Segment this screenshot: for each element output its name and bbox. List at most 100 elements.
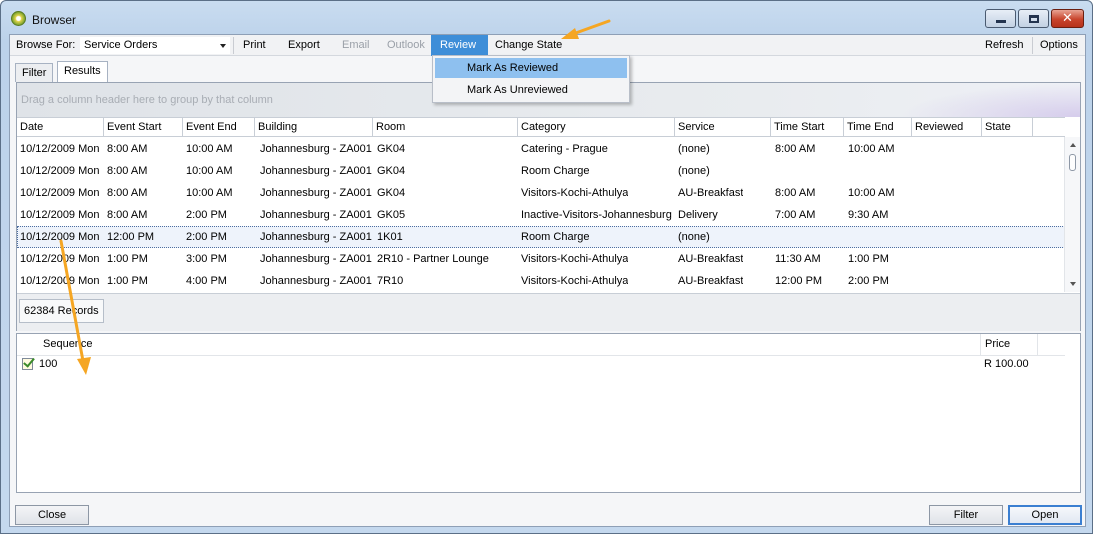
table-row[interactable]: 10/12/2009 Mon 8:00 AM 2:00 PM Johannesb… <box>17 204 1065 226</box>
table-row[interactable]: 10/12/2009 Mon 1:00 PM 4:00 PM Johannesb… <box>17 270 1065 292</box>
cell-sequence: 100 <box>39 358 58 370</box>
cell-building: Johannesburg - ZA001 <box>260 187 372 199</box>
record-count: 62384 Records <box>19 299 104 323</box>
cell-building: Johannesburg - ZA001 <box>260 143 372 155</box>
cell-time-start: 8:00 AM <box>775 143 816 155</box>
col-header-state[interactable]: State <box>982 118 1033 137</box>
cell-event-end: 10:00 AM <box>186 187 233 199</box>
close-window-button[interactable]: ✕ <box>1051 9 1084 28</box>
scroll-down-icon[interactable] <box>1070 282 1076 286</box>
detail-grid: Sequence Price 100 R 100.00 <box>16 333 1081 493</box>
col-header-date[interactable]: Date <box>17 118 104 137</box>
cell-time-start <box>772 160 775 182</box>
filter-button[interactable]: Filter <box>929 505 1003 525</box>
cell-category: Room Charge <box>521 231 590 243</box>
cell-building: Johannesburg - ZA001 <box>260 275 372 287</box>
cell-time-start: 7:00 AM <box>775 209 816 221</box>
browse-for-value: Service Orders <box>84 39 158 51</box>
cell-service: (none) <box>678 231 710 243</box>
browser-window: Browser ✕ Browse For: Service Orders Pri… <box>0 0 1093 534</box>
table-row[interactable]: 10/12/2009 Mon 8:00 AM 10:00 AM Johannes… <box>17 160 1065 182</box>
grid-rows: 10/12/2009 Mon 8:00 AM 10:00 AM Johannes… <box>17 138 1065 292</box>
cell-date: 10/12/2009 Mon <box>20 165 100 177</box>
col-header-reviewed[interactable]: Reviewed <box>912 118 982 137</box>
options-menu[interactable]: Options <box>1040 35 1078 56</box>
cell-date: 10/12/2009 Mon <box>20 187 100 199</box>
checkmark-icon[interactable] <box>22 358 33 370</box>
scroll-thumb[interactable] <box>1069 154 1076 171</box>
cell-service: AU-Breakfast <box>678 253 744 265</box>
cell-building: Johannesburg - ZA001 <box>260 231 372 243</box>
refresh-menu[interactable]: Refresh <box>985 35 1024 56</box>
col-header-service[interactable]: Service <box>675 118 771 137</box>
tab-filter[interactable]: Filter <box>15 63 54 82</box>
cell-time-start: 11:30 AM <box>775 253 821 265</box>
cell-time-end: 10:00 AM <box>848 143 895 155</box>
cell-building: Johannesburg - ZA001 <box>260 209 372 221</box>
col-header-event-start[interactable]: Event Start <box>104 118 183 137</box>
cell-time-start: 8:00 AM <box>775 187 816 199</box>
cell-category: Catering - Prague <box>521 143 608 155</box>
title-bar[interactable]: Browser ✕ <box>1 1 1092 34</box>
grid-footer: 62384 Records <box>17 293 1080 331</box>
cell-event-end: 10:00 AM <box>186 165 233 177</box>
table-row[interactable]: 10/12/2009 Mon 1:00 PM 3:00 PM Johannesb… <box>17 248 1065 270</box>
cell-event-start: 1:00 PM <box>107 253 148 265</box>
vertical-scrollbar[interactable] <box>1064 137 1080 292</box>
cell-time-start: 12:00 PM <box>775 275 823 287</box>
cell-service: AU-Breakfast <box>678 275 744 287</box>
decorative-swoosh <box>900 83 1080 117</box>
tab-results[interactable]: Results <box>57 61 108 83</box>
cell-category: Visitors-Kochi-Athulya <box>521 275 629 287</box>
cell-room: GK05 <box>377 209 406 221</box>
cell-event-end: 4:00 PM <box>186 275 227 287</box>
results-grid: Drag a column header here to group by th… <box>16 82 1081 331</box>
cell-event-start: 8:00 AM <box>107 209 148 221</box>
open-button[interactable]: Open <box>1008 505 1082 525</box>
scroll-up-icon[interactable] <box>1070 143 1076 147</box>
cell-event-start: 8:00 AM <box>107 143 148 155</box>
cell-price: R 100.00 <box>984 358 1029 370</box>
cell-event-start: 1:00 PM <box>107 275 148 287</box>
col-header-price[interactable]: Price <box>980 334 1038 355</box>
window-title: Browser <box>32 13 77 27</box>
cell-building: Johannesburg - ZA001 <box>260 253 372 265</box>
cell-room: GK04 <box>377 187 406 199</box>
toolbar: Browse For: Service Orders Print Export … <box>10 35 1085 56</box>
table-row[interactable]: 10/12/2009 Mon 8:00 AM 10:00 AM Johannes… <box>17 182 1065 204</box>
col-header-room[interactable]: Room <box>373 118 518 137</box>
cell-service: (none) <box>678 143 710 155</box>
browse-for-select[interactable]: Service Orders <box>80 37 230 54</box>
maximize-button[interactable] <box>1018 9 1049 28</box>
col-header-event-end[interactable]: Event End <box>183 118 255 137</box>
export-menu[interactable]: Export <box>288 35 320 56</box>
col-header-sequence[interactable]: Sequence <box>39 334 93 355</box>
col-header-category[interactable]: Category <box>518 118 675 137</box>
menu-item-mark-as-reviewed[interactable]: Mark As Reviewed <box>435 58 627 78</box>
cell-category: Visitors-Kochi-Athulya <box>521 253 629 265</box>
cell-category: Room Charge <box>521 165 590 177</box>
email-menu[interactable]: Email <box>342 35 370 56</box>
col-header-building[interactable]: Building <box>255 118 373 137</box>
col-header-time-end[interactable]: Time End <box>844 118 912 137</box>
table-row[interactable]: 10/12/2009 Mon 8:00 AM 10:00 AM Johannes… <box>17 138 1065 160</box>
cell-time-end <box>845 160 848 182</box>
print-menu[interactable]: Print <box>243 35 266 56</box>
cell-event-start: 8:00 AM <box>107 165 148 177</box>
col-header-time-start[interactable]: Time Start <box>771 118 844 137</box>
cell-building: Johannesburg - ZA001 <box>260 165 372 177</box>
outlook-menu[interactable]: Outlook <box>387 35 425 56</box>
client-area: Browse For: Service Orders Print Export … <box>9 34 1086 527</box>
group-by-hint: Drag a column header here to group by th… <box>21 94 273 106</box>
menu-item-mark-as-unreviewed[interactable]: Mark As Unreviewed <box>435 80 627 100</box>
maximize-icon <box>1028 14 1039 23</box>
cell-time-start <box>772 226 775 248</box>
table-row-selected[interactable]: 10/12/2009 Mon 12:00 PM 2:00 PM Johannes… <box>17 226 1065 248</box>
close-button[interactable]: Close <box>15 505 89 525</box>
minimize-button[interactable] <box>985 9 1016 28</box>
browse-for-label: Browse For: <box>16 39 76 51</box>
cell-category: Visitors-Kochi-Athulya <box>521 187 629 199</box>
review-menu[interactable]: Review <box>431 35 488 56</box>
cell-time-end <box>845 226 848 248</box>
change-state-menu[interactable]: Change State <box>495 35 562 56</box>
